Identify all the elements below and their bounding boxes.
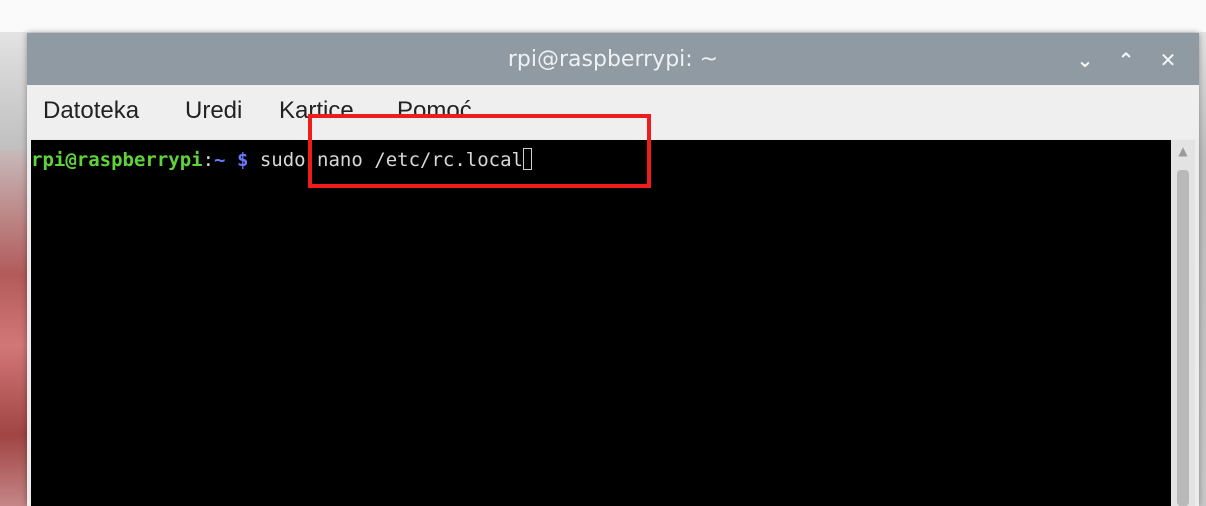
maximize-button[interactable]: ⌃ [1112, 47, 1140, 73]
window-titlebar[interactable]: rpi@raspberrypi: ~ ⌄ ⌃ ✕ [27, 33, 1199, 85]
desktop-wallpaper-edge [0, 150, 28, 506]
close-button[interactable]: ✕ [1154, 47, 1182, 73]
prompt-path: ~ [214, 149, 226, 171]
highlight-annotation-box [308, 114, 651, 188]
prompt-separator: : [202, 149, 215, 171]
prompt-user-host: rpi@raspberrypi [31, 149, 203, 171]
desktop-top-area [0, 0, 1206, 32]
terminal-output[interactable]: rpi@raspberrypi:~ $ sudo nano /etc/rc.lo… [31, 140, 1171, 506]
prompt-symbol: $ [236, 149, 249, 171]
window-title: rpi@raspberrypi: ~ [507, 47, 719, 72]
scrollbar-thumb[interactable] [1177, 170, 1189, 506]
menu-item-datoteka[interactable]: Datoteka [43, 97, 139, 125]
terminal-window: rpi@raspberrypi: ~ ⌄ ⌃ ✕ Datoteka Uredi … [27, 33, 1199, 506]
scroll-up-arrow-icon[interactable]: ▲ [1171, 142, 1195, 160]
vertical-scrollbar[interactable]: ▲ [1171, 140, 1195, 506]
minimize-button[interactable]: ⌄ [1071, 47, 1099, 73]
menu-item-uredi[interactable]: Uredi [185, 97, 242, 125]
